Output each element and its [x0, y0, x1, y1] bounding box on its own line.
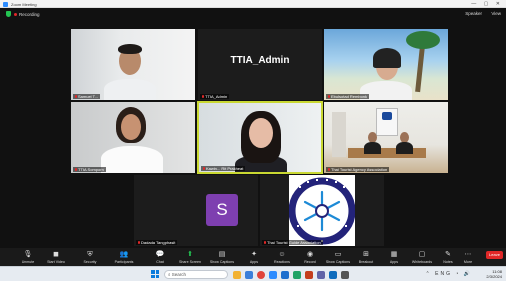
participant-name: Ebulsotad Rembonk	[326, 94, 370, 99]
view-button[interactable]: View	[491, 11, 501, 16]
edge-browser-icon[interactable]	[245, 270, 253, 279]
mic-off-icon	[75, 95, 77, 99]
mic-off-icon	[75, 168, 77, 172]
video-tile-2[interactable]: TTIA_Admin TTIA_Admin	[198, 29, 322, 100]
video-tile-7[interactable]: S Dadada Tangphasit	[134, 175, 258, 246]
participant-name: TTIA_Admin	[200, 94, 230, 99]
system-tray-icons[interactable]: ⌃ ENG ◔ 🔊	[426, 271, 472, 277]
mic-off-icon	[328, 168, 330, 172]
security-shield-icon[interactable]	[6, 11, 11, 17]
powerpoint-app-icon[interactable]	[305, 270, 313, 279]
security-button[interactable]: ⛨ Security	[74, 250, 106, 265]
taskbar-date: 2/3/2024	[486, 274, 502, 279]
more-icon: ⋯	[464, 251, 472, 258]
chat-button[interactable]: 💬 Chat	[144, 250, 176, 265]
taskbar-search-input[interactable]: ⌕ Search	[164, 270, 228, 279]
captions-icon: ▤	[218, 251, 226, 258]
participants-icon: 👥	[119, 251, 129, 258]
participant-display-name: TTIA_Admin	[230, 55, 290, 66]
video-tile-5-active-speaker[interactable]: Kawin... Rit Prakheat	[197, 101, 323, 174]
more-button[interactable]: ⋯ More	[452, 250, 484, 265]
taskbar-clock[interactable]: 11:08 2/3/2024	[486, 269, 502, 279]
windows-taskbar: ⌕ Search ⌃ ENG ◔ 🔊 11:08 2/3/2024	[0, 266, 506, 281]
share-screen-button[interactable]: ⬆ Share Screen	[174, 250, 206, 265]
shield-icon: ⛨	[87, 251, 93, 258]
chat-icon: 💬	[155, 251, 165, 258]
teams-app-icon[interactable]	[317, 270, 325, 279]
zoom-logo-icon	[3, 1, 8, 7]
window-controls[interactable]: — ▢ ✕	[471, 1, 503, 7]
video-tile-4[interactable]: TTIA Somporn	[71, 102, 195, 173]
participant-name: TTIA Somporn	[73, 167, 106, 172]
speaker-view-button[interactable]: Speaker	[465, 11, 482, 16]
excel-app-icon[interactable]	[293, 270, 301, 279]
video-off-icon: ◼	[53, 251, 59, 258]
window-title: Zoom Meeting	[11, 1, 37, 7]
mic-off-icon	[138, 241, 140, 245]
meeting-toolbar: 🎙 Unmute ◼ Start Video ⛨ Security 👥 Particip…	[0, 248, 506, 266]
show-captions-button[interactable]: ▤ Show Captions	[206, 250, 238, 265]
participant-name: Thai Tourist Guide Association	[262, 240, 323, 245]
participant-name: Samuel T...	[73, 94, 100, 99]
chrome-browser-icon[interactable]	[257, 270, 265, 279]
participant-name: Dadada Tangphasit	[136, 240, 178, 245]
mic-off-icon	[203, 167, 205, 171]
word-app-icon[interactable]	[281, 270, 289, 279]
settings-app-icon[interactable]	[341, 270, 349, 279]
participants-button[interactable]: 👥 Participants	[108, 250, 140, 265]
video-tile-1[interactable]: Samuel T...	[71, 29, 195, 100]
participant-name: Kawin... Rit Prakheat	[201, 166, 246, 171]
recording-indicator[interactable]: Recording	[14, 11, 40, 18]
zoom-window: Zoom Meeting — ▢ ✕ Recording Speaker Vie…	[0, 0, 506, 281]
file-explorer-icon[interactable]	[233, 270, 241, 279]
video-tile-6[interactable]: Thai Tourist Agency Association	[324, 102, 448, 173]
share-screen-icon: ⬆	[187, 251, 193, 258]
participant-name: Thai Tourist Agency Association	[326, 167, 390, 172]
mic-off-icon	[202, 95, 204, 99]
zoom-app-icon[interactable]	[269, 270, 277, 279]
leave-button[interactable]: Leave	[486, 251, 503, 259]
windows-start-icon[interactable]	[151, 270, 159, 278]
outlook-app-icon[interactable]	[329, 270, 337, 279]
video-tile-8[interactable]: Thai Tourist Guide Association	[260, 175, 384, 246]
video-tile-3[interactable]: Ebulsotad Rembonk	[324, 29, 448, 100]
meeting-info-bar: Recording Speaker View	[0, 8, 506, 20]
mic-off-icon	[264, 241, 266, 245]
start-video-button[interactable]: ◼ Start Video	[40, 250, 72, 265]
mic-off-icon	[328, 95, 330, 99]
association-logo-icon	[289, 177, 355, 245]
title-bar: Zoom Meeting — ▢ ✕	[0, 0, 506, 8]
participant-avatar: S	[206, 194, 238, 226]
